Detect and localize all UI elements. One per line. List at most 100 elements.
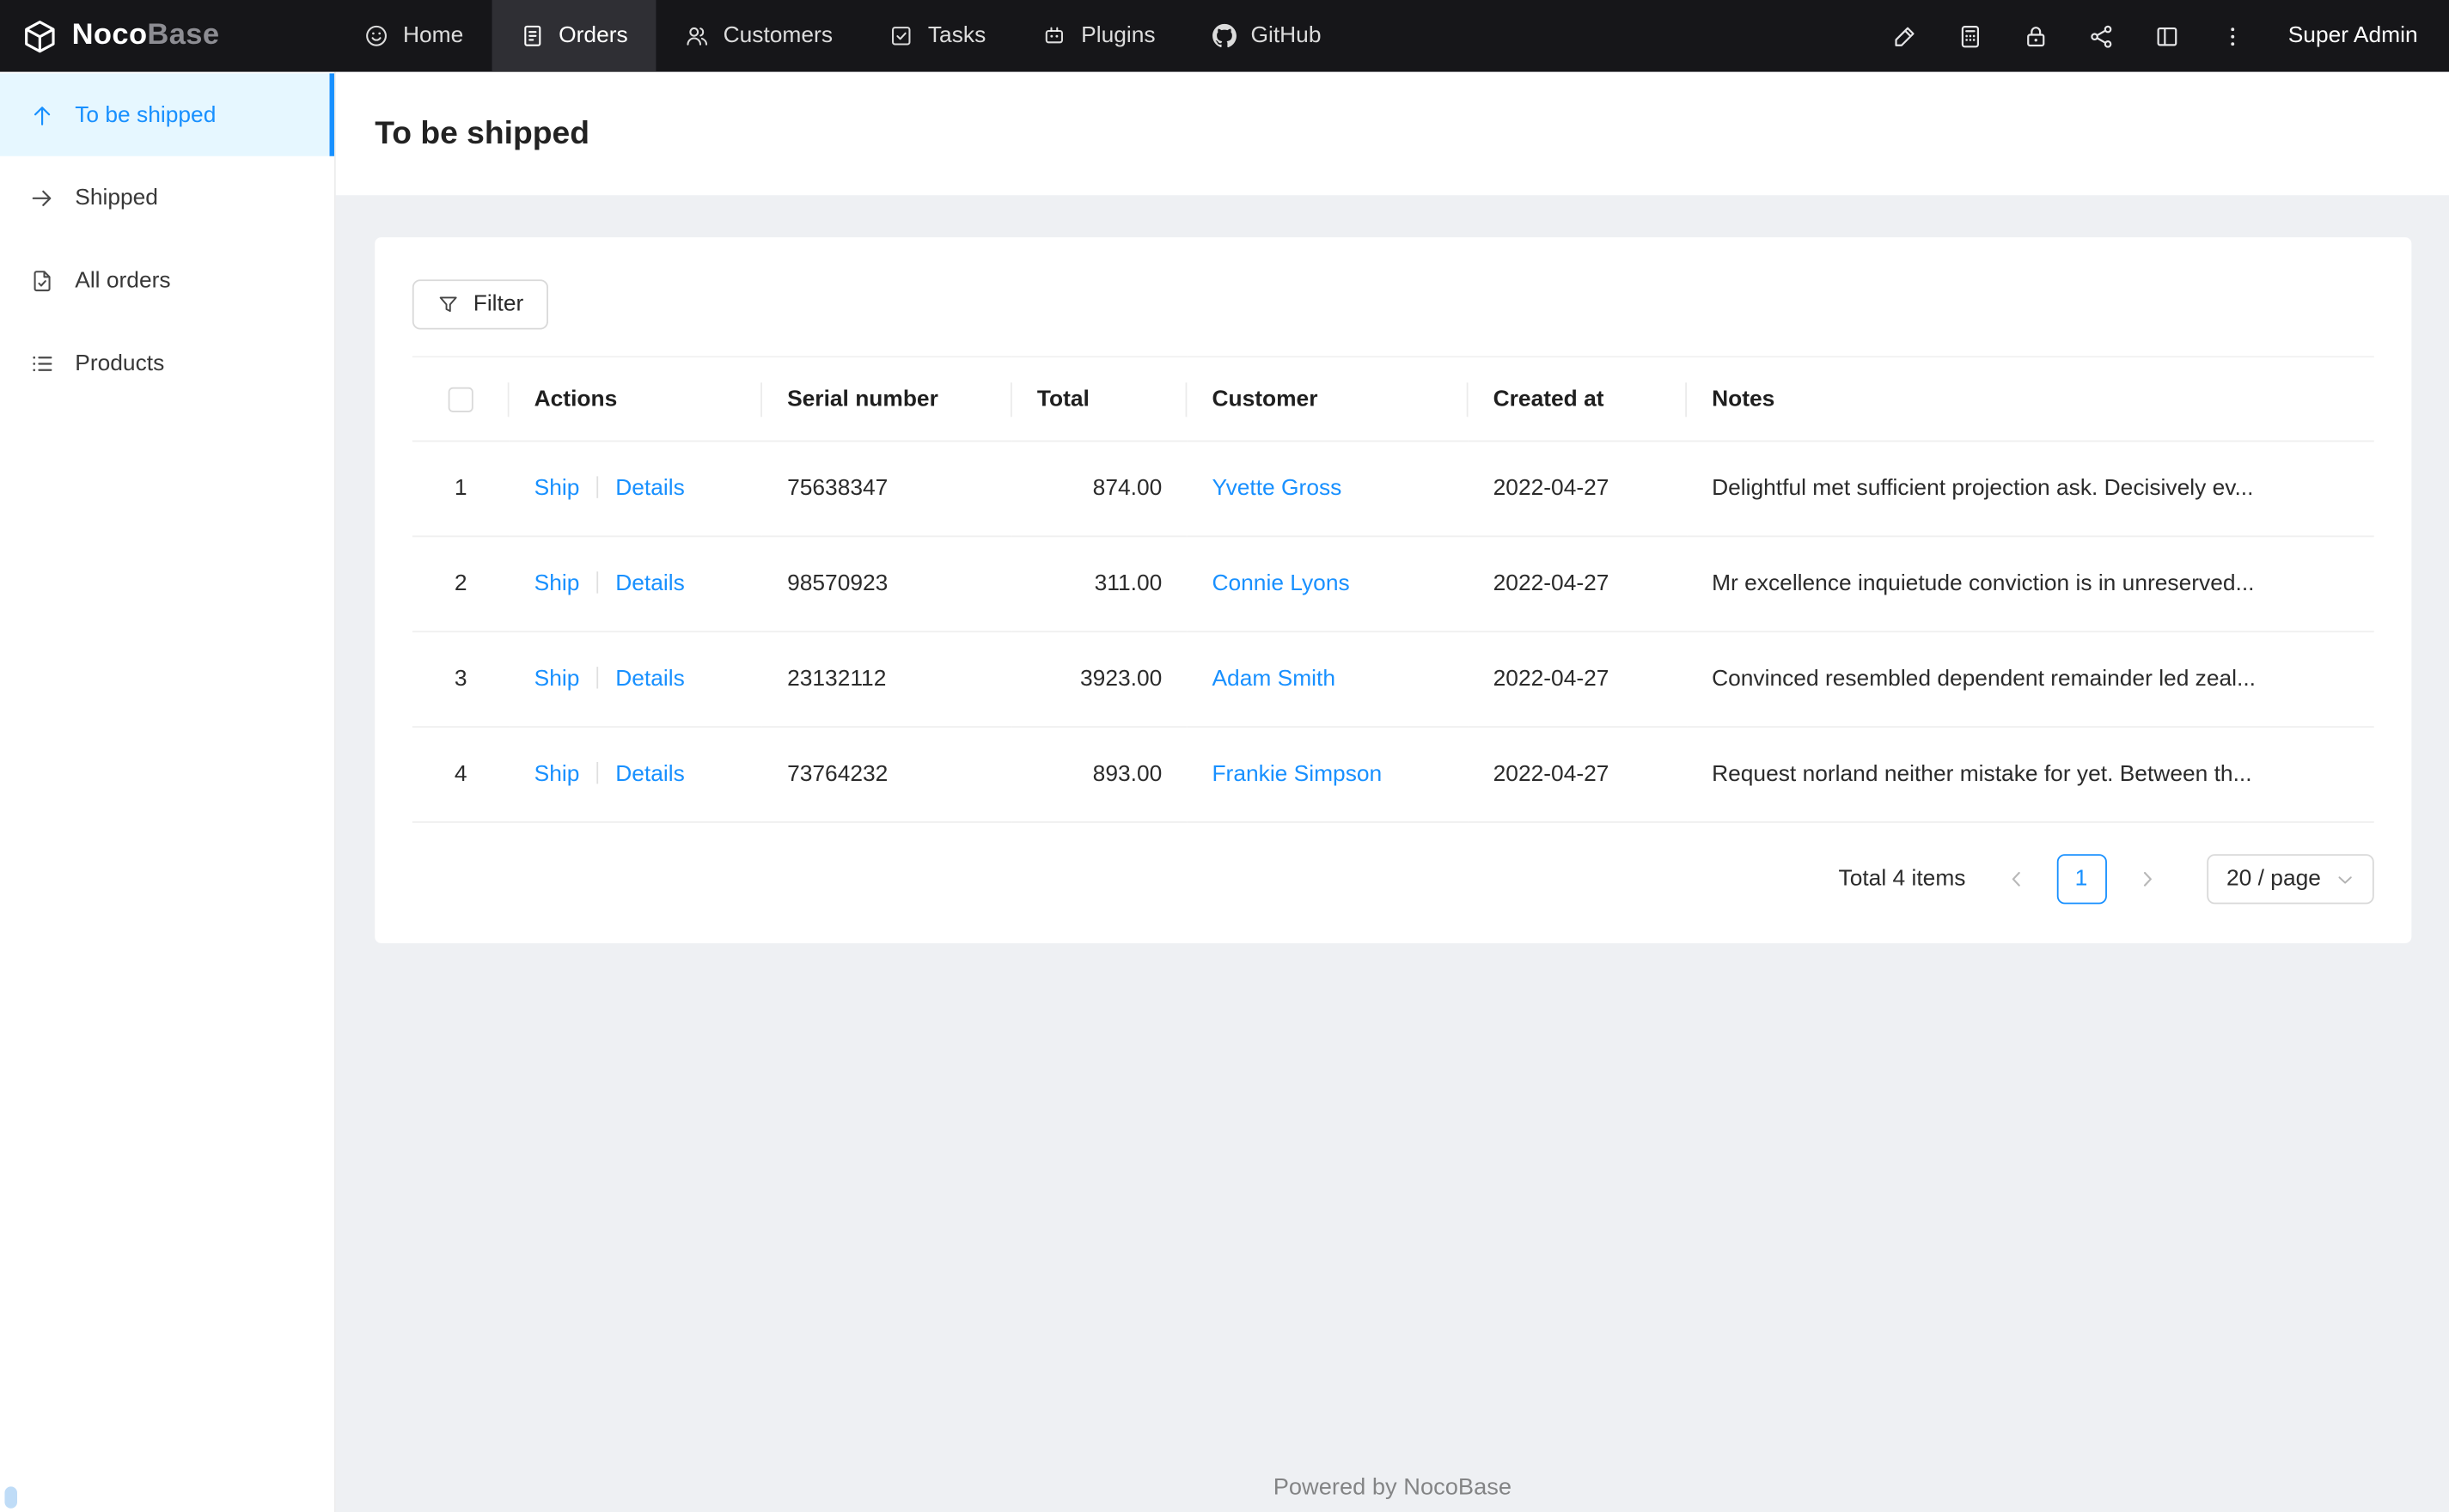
highlighter-icon (1892, 22, 1919, 49)
main-content: To be shipped Filter Actions Serial numb… (335, 71, 2449, 1512)
total-cell: 3923.00 (1011, 631, 1188, 729)
file-check-icon (30, 268, 55, 293)
sidebar-scrollbar-thumb[interactable] (4, 1486, 17, 1509)
nav-item-label: GitHub (1250, 23, 1322, 49)
nav-item-label: Tasks (927, 23, 986, 49)
select-all-checkbox[interactable] (448, 386, 473, 412)
filter-button[interactable]: Filter (412, 279, 549, 330)
customer-link[interactable]: Connie Lyons (1212, 571, 1349, 596)
pagination-prev-button[interactable] (1992, 856, 2039, 903)
total-cell: 311.00 (1011, 536, 1188, 633)
user-menu[interactable]: Super Admin (2266, 23, 2427, 48)
table-row: 3 Ship Details 23132112 3923.00 Adam Smit… (412, 631, 2374, 729)
customer-link[interactable]: Frankie Simpson (1212, 762, 1382, 787)
share-nodes-icon (2089, 22, 2116, 49)
serial-cell: 73764232 (761, 727, 1012, 823)
nav-item-customers[interactable]: Customers (656, 0, 860, 72)
created-at-cell: 2022-04-27 (1468, 631, 1688, 729)
check-square-icon (889, 23, 913, 48)
layout-icon (2154, 22, 2181, 49)
table-row: 4 Ship Details 73764232 893.00 Frankie Si… (412, 727, 2374, 823)
column-header-created-at: Created at (1468, 356, 1688, 442)
sidebar-item-label: Shipped (75, 185, 158, 210)
orders-card: Filter Actions Serial number Total Custo… (375, 237, 2412, 943)
details-action[interactable]: Details (615, 476, 685, 501)
total-cell: 874.00 (1011, 441, 1188, 538)
nav-item-github[interactable]: GitHub (1183, 0, 1349, 72)
row-index: 3 (454, 667, 467, 692)
table-header-row: Actions Serial number Total Customer Cre… (412, 356, 2374, 442)
details-action[interactable]: Details (615, 667, 685, 692)
user-group-icon (684, 23, 709, 48)
calculator-button[interactable] (1939, 0, 2004, 72)
page-size-select[interactable]: 20 / page (2206, 854, 2374, 905)
pagination-next-button[interactable] (2123, 856, 2171, 903)
more-vertical-icon (2220, 22, 2247, 49)
column-header-actions: Actions (509, 356, 762, 442)
nav-item-label: Customers (723, 23, 834, 49)
app-root: NocoBase Home Orders Customers Tasks Plu… (0, 0, 2449, 1512)
navbar-actions: Super Admin (1872, 0, 2449, 72)
calculator-icon (1957, 22, 1984, 49)
sidebar-item-to-be-shipped[interactable]: To be shipped (0, 73, 334, 156)
notes-cell: Convinced resembled dependent remainder … (1687, 631, 2374, 729)
layout-button[interactable] (2135, 0, 2201, 72)
arrow-right-icon (30, 185, 55, 210)
lock-button[interactable] (2004, 0, 2069, 72)
details-action[interactable]: Details (615, 571, 685, 596)
share-button[interactable] (2069, 0, 2134, 72)
created-at-cell: 2022-04-27 (1468, 727, 1688, 823)
sidebar: To be shipped Shipped All orders Product… (0, 71, 336, 1512)
nav-item-orders[interactable]: Orders (491, 0, 657, 72)
more-button[interactable] (2201, 0, 2266, 72)
brand-logo[interactable]: NocoBase (0, 0, 336, 72)
arrow-up-icon (30, 102, 55, 127)
brand-name: NocoBase (71, 18, 220, 52)
sidebar-item-products[interactable]: Products (0, 321, 334, 404)
page-title: To be shipped (375, 114, 590, 151)
filter-icon (437, 294, 459, 315)
github-icon (1212, 23, 1237, 48)
orders-table: Actions Serial number Total Customer Cre… (412, 356, 2374, 823)
nav-item-tasks[interactable]: Tasks (861, 0, 1014, 72)
sidebar-item-shipped[interactable]: Shipped (0, 156, 334, 239)
sidebar-item-label: All orders (75, 267, 171, 293)
serial-cell: 75638347 (761, 441, 1012, 538)
sidebar-item-all-orders[interactable]: All orders (0, 239, 334, 321)
action-divider (596, 761, 599, 784)
ship-action[interactable]: Ship (534, 571, 580, 596)
ship-action[interactable]: Ship (534, 762, 580, 787)
table-row: 2 Ship Details 98570923 311.00 Connie Lyo… (412, 536, 2374, 633)
ship-action[interactable]: Ship (534, 667, 580, 692)
customer-link[interactable]: Adam Smith (1212, 667, 1335, 692)
customer-link[interactable]: Yvette Gross (1212, 476, 1341, 501)
notes-cell: Delightful met sufficient projection ask… (1687, 441, 2374, 538)
sidebar-item-label: Products (75, 351, 165, 376)
total-cell: 893.00 (1011, 727, 1188, 823)
serial-cell: 23132112 (761, 631, 1012, 729)
pagination: Total 4 items 1 20 / page (412, 854, 2374, 905)
nocobase-logo-icon (21, 18, 58, 54)
action-divider (596, 571, 599, 594)
column-header-customer: Customer (1187, 356, 1469, 442)
notes-cell: Mr excellence inquietude conviction is i… (1687, 536, 2374, 633)
serial-cell: 98570923 (761, 536, 1012, 633)
notes-cell: Request norland neither mistake for yet.… (1687, 727, 2374, 823)
row-index: 4 (454, 761, 467, 788)
nav-item-plugins[interactable]: Plugins (1014, 0, 1183, 72)
row-index: 2 (454, 571, 467, 597)
details-action[interactable]: Details (615, 762, 685, 787)
highlighter-button[interactable] (1872, 0, 1938, 72)
chevron-left-icon (2006, 869, 2025, 888)
ship-action[interactable]: Ship (534, 476, 580, 501)
robot-icon (1042, 23, 1067, 48)
column-header-serial: Serial number (761, 356, 1012, 442)
created-at-cell: 2022-04-27 (1468, 441, 1688, 538)
nav-item-label: Home (402, 23, 464, 49)
pagination-total: Total 4 items (1838, 866, 1966, 892)
pagination-page-button[interactable]: 1 (2055, 854, 2107, 905)
chevron-right-icon (2137, 869, 2156, 888)
action-divider (596, 476, 599, 498)
nav-item-home[interactable]: Home (336, 0, 492, 72)
filter-button-label: Filter (473, 291, 524, 317)
